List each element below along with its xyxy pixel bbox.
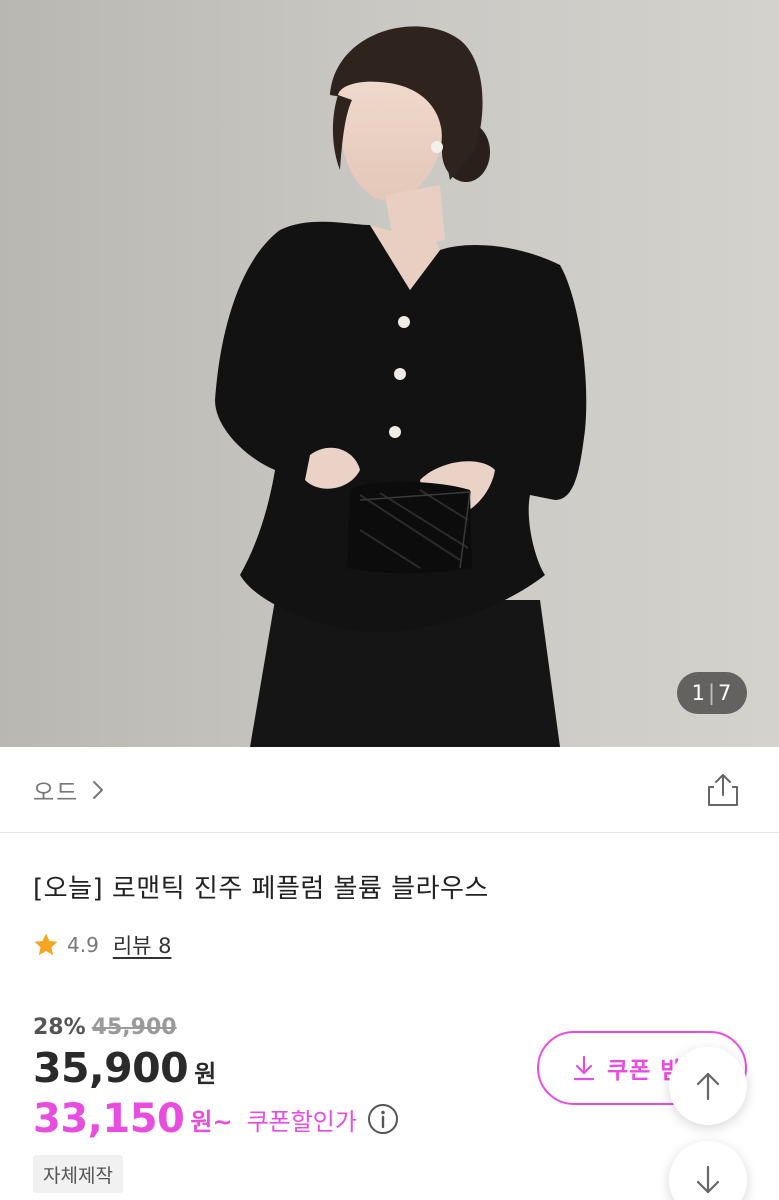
image-counter: 1 | 7 (677, 672, 747, 714)
scroll-bottom-button[interactable] (669, 1141, 747, 1200)
arrow-up-icon (696, 1072, 720, 1101)
product-image[interactable]: 1 | 7 (0, 0, 779, 747)
chevron-right-icon (93, 781, 104, 799)
discount-row: 28% 45,900 (33, 1012, 177, 1042)
original-price: 45,900 (91, 1014, 177, 1040)
product-tag: 자체제작 (33, 1155, 123, 1193)
review-count-link[interactable]: 리뷰 8 (113, 930, 172, 960)
brand-bar: 오드 (0, 747, 779, 833)
coupon-price-unit: 원~ (190, 1107, 233, 1136)
product-title: [오늘] 로맨틱 진주 페플럼 볼륨 블라우스 (33, 874, 489, 904)
scroll-top-button[interactable] (669, 1047, 747, 1125)
star-icon (34, 933, 58, 956)
download-icon (573, 1055, 595, 1081)
arrow-down-icon (696, 1165, 720, 1194)
sale-price-row: 35,900 원 (33, 1044, 216, 1096)
rating-row: 4.9 리뷰 8 (33, 930, 172, 960)
sale-price-unit: 원 (194, 1060, 217, 1088)
product-detail-page: 1 | 7 오드 [오늘] 로맨틱 진주 페플럼 볼륨 블라우스 4.9 리뷰 … (0, 0, 779, 1200)
share-icon[interactable] (704, 771, 742, 809)
coupon-price: 33,150 (33, 1096, 185, 1142)
image-counter-separator: | (707, 681, 717, 705)
image-counter-current: 1 (691, 681, 706, 705)
discount-rate: 28% (33, 1014, 86, 1040)
coupon-price-label: 쿠폰할인가 (246, 1107, 357, 1136)
product-photo-illustration (0, 0, 779, 747)
brand-link[interactable]: 오드 (33, 773, 105, 807)
info-icon[interactable] (367, 1103, 399, 1135)
brand-name: 오드 (33, 780, 80, 806)
image-counter-total: 7 (718, 681, 733, 705)
sale-price: 35,900 (33, 1044, 189, 1092)
coupon-price-row: 33,150 원~ 쿠폰할인가 (33, 1094, 399, 1144)
rating-value: 4.9 (67, 933, 99, 957)
